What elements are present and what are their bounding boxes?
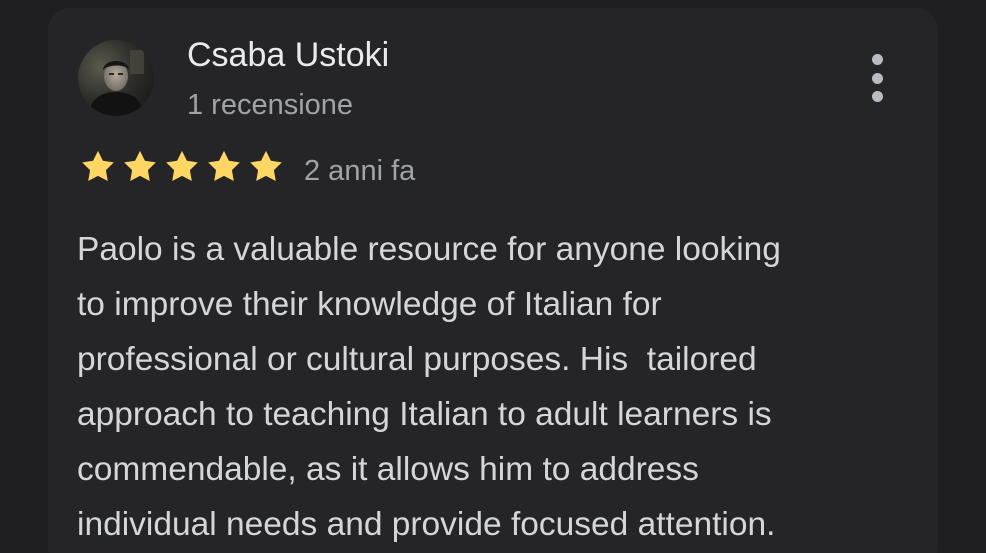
review-text-line: approach to teaching Italian to adult le… xyxy=(77,396,772,433)
review-date: 2 anni fa xyxy=(304,155,416,187)
star-icon xyxy=(250,150,282,181)
review-text-line: professional or cultural purposes. His t… xyxy=(77,341,757,378)
author-review-count[interactable]: 1 recensione xyxy=(187,86,353,124)
reviews-screen: Csaba Ustoki 1 recensione 2 anni fa Paol… xyxy=(0,0,986,553)
more-vert-icon-dot xyxy=(871,91,883,102)
avatar-photo xyxy=(78,40,154,116)
review-text-line: Paolo is a valuable resource for anyone … xyxy=(77,231,781,268)
author-name[interactable]: Csaba Ustoki xyxy=(187,33,389,77)
star-icon xyxy=(208,150,240,181)
review-body: Paolo is a valuable resource for anyone … xyxy=(77,222,897,552)
more-vert-icon-dot xyxy=(871,72,883,84)
star-icon xyxy=(166,150,198,181)
review-text-line: individual needs and provide focused att… xyxy=(77,506,776,543)
star-icon xyxy=(124,150,156,181)
star-icon xyxy=(82,150,114,181)
review-text-line: to improve their knowledge of Italian fo… xyxy=(77,286,662,323)
more-options-button[interactable] xyxy=(858,52,896,104)
review-text-line: commendable, as it allows him to address xyxy=(77,451,699,488)
author-avatar[interactable] xyxy=(78,40,154,116)
more-vert-icon xyxy=(871,54,883,65)
star-rating xyxy=(78,148,286,186)
